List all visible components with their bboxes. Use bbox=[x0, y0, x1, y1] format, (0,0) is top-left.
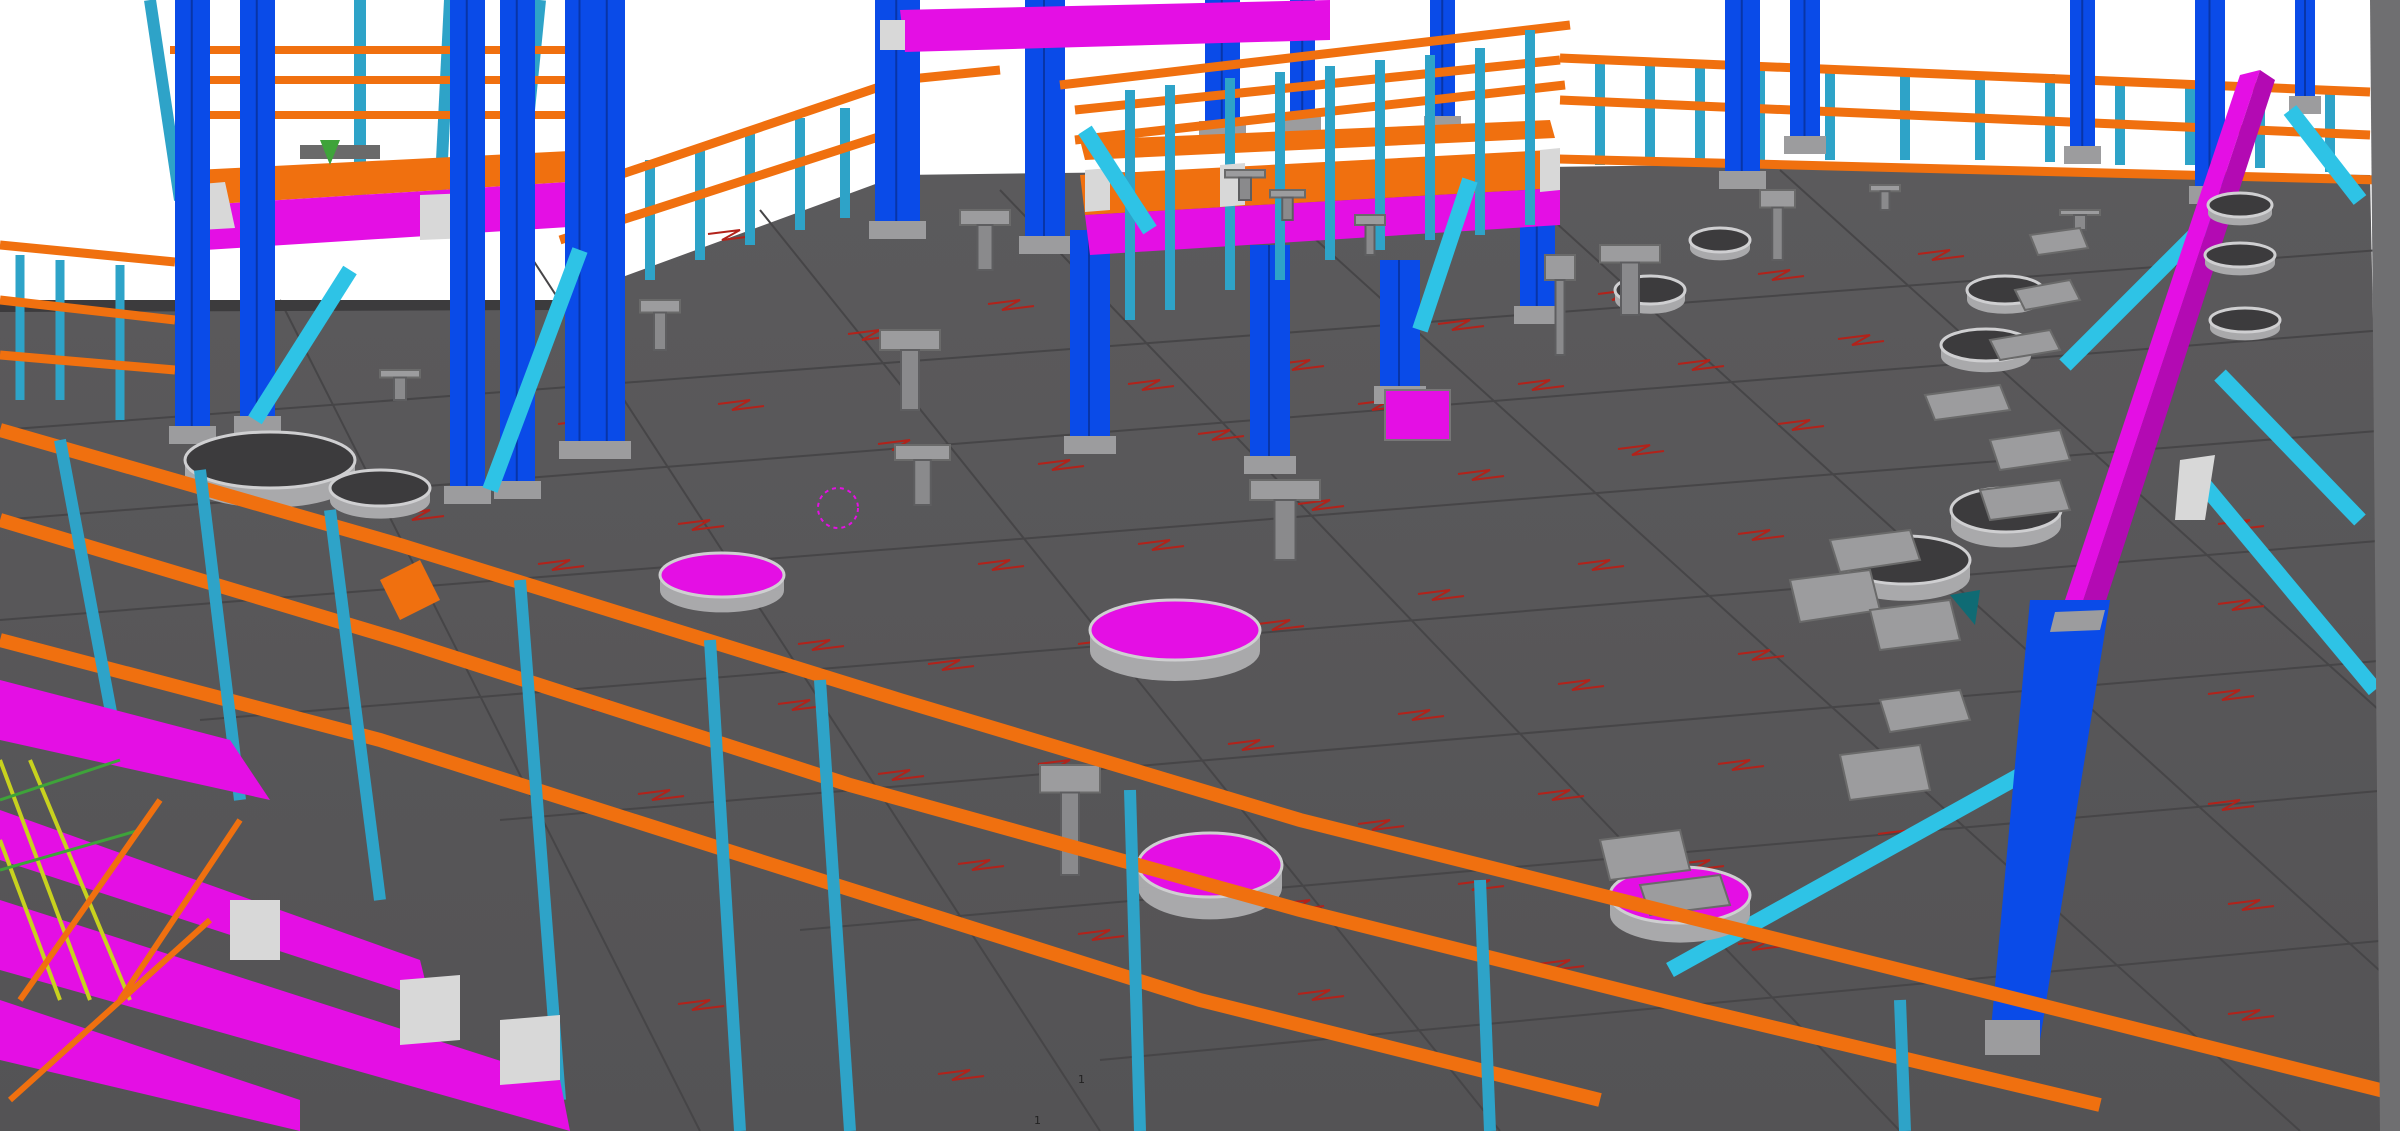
fitting-stem bbox=[1879, 190, 1891, 211]
opening-rim bbox=[328, 468, 432, 508]
opening-rim bbox=[2203, 241, 2277, 269]
column-web-line bbox=[1088, 230, 1090, 450]
fitting-stem bbox=[900, 349, 920, 411]
fitting-top bbox=[1039, 764, 1101, 794]
fitting-top bbox=[639, 299, 681, 314]
point-mark-label: 1 bbox=[1078, 1073, 1085, 1086]
opening-rim bbox=[1688, 226, 1752, 254]
column-base-plate bbox=[1719, 171, 1766, 189]
column-web-line bbox=[578, 0, 581, 455]
fitting-stem bbox=[1238, 176, 1252, 201]
fitting-stem bbox=[393, 376, 407, 401]
fitting-top bbox=[894, 444, 951, 461]
column-web-line bbox=[2081, 0, 2084, 160]
column-base-plate bbox=[1019, 236, 1071, 254]
column-base-plate bbox=[494, 481, 541, 499]
fitting-top bbox=[1354, 214, 1386, 226]
opening-rim bbox=[1088, 598, 1262, 662]
column-web-line bbox=[1803, 0, 1806, 150]
column-base-plate bbox=[2064, 146, 2101, 164]
fitting-stem bbox=[1554, 279, 1566, 356]
column-web-line bbox=[255, 0, 258, 430]
column-web-line bbox=[465, 0, 468, 500]
column-web-line bbox=[1398, 260, 1400, 400]
steel-structure-3d-view: 1 1 bbox=[0, 0, 2400, 1131]
fitting-stem bbox=[1273, 499, 1297, 561]
fitting-stem bbox=[913, 459, 932, 506]
fitting-top bbox=[1249, 479, 1321, 501]
column-web-line bbox=[190, 0, 193, 440]
column-web-line bbox=[1740, 0, 1743, 185]
fitting-top bbox=[1599, 244, 1661, 264]
connection-box bbox=[1384, 389, 1451, 441]
opening-rim bbox=[2206, 191, 2274, 219]
fitting-top bbox=[379, 369, 421, 379]
column-web-line bbox=[2304, 0, 2306, 110]
fitting-top bbox=[1224, 169, 1266, 179]
fitting-top bbox=[879, 329, 941, 351]
opening-rim bbox=[183, 430, 357, 490]
opening-rim bbox=[658, 551, 786, 599]
column-base-plate bbox=[1514, 306, 1561, 324]
opening-rim bbox=[2208, 306, 2282, 334]
column-web-line bbox=[1268, 245, 1270, 470]
column-base-plate bbox=[1244, 456, 1296, 474]
point-mark-label: 1 bbox=[1034, 1114, 1041, 1127]
fitting-stem bbox=[1281, 196, 1294, 221]
fitting-stem bbox=[976, 224, 994, 271]
fitting-stem bbox=[1771, 206, 1784, 261]
column-web-line bbox=[1441, 0, 1444, 130]
fitting-top bbox=[1544, 254, 1576, 281]
column-base-plate bbox=[1064, 436, 1116, 454]
column-base-plate bbox=[444, 486, 491, 504]
column-base-plate bbox=[584, 441, 631, 459]
fitting-stem bbox=[1364, 224, 1376, 256]
fitting-top bbox=[959, 209, 1011, 226]
fitting-stem bbox=[1060, 791, 1080, 876]
column-base-plate bbox=[869, 221, 926, 239]
fitting-stem bbox=[1620, 261, 1640, 316]
fitting-top bbox=[1759, 189, 1796, 209]
model-viewport[interactable]: 1 1 bbox=[0, 0, 2400, 1131]
column-base-plate bbox=[1784, 136, 1826, 154]
column-web-line bbox=[605, 0, 608, 455]
fitting-stem bbox=[653, 311, 667, 351]
fitting-top bbox=[1269, 189, 1306, 199]
